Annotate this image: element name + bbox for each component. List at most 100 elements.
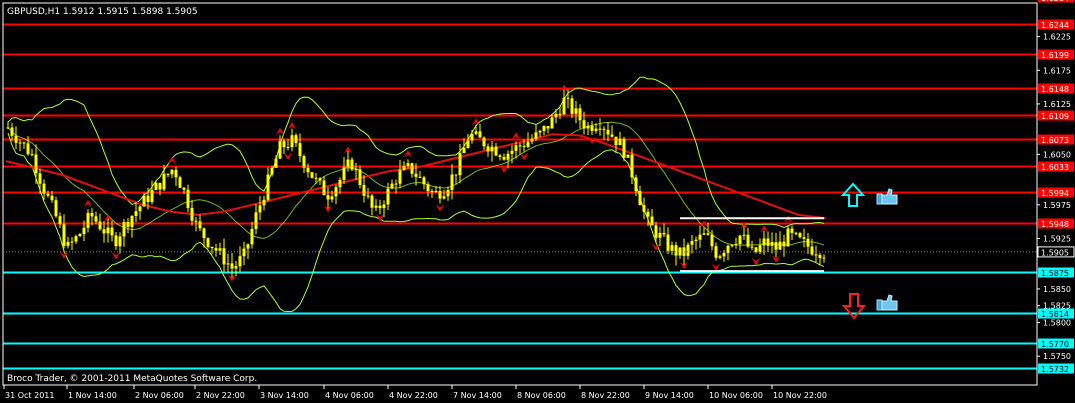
candle-body [498, 155, 502, 157]
candle-body [466, 140, 470, 148]
candle-body [38, 173, 42, 184]
candle-body [298, 143, 302, 157]
candle-body [190, 207, 194, 221]
candle-body [626, 154, 630, 158]
candle-body [590, 125, 594, 131]
candle-body [62, 224, 66, 246]
resistance-price-label: 1.6148 [1041, 85, 1069, 94]
candle-body [74, 236, 78, 242]
candle-body [462, 147, 466, 154]
candle-body [54, 200, 58, 217]
candle-body [286, 147, 290, 149]
candle-body [658, 233, 662, 238]
candle-body [102, 229, 106, 234]
candle-body [510, 150, 514, 154]
candle-body [746, 234, 750, 247]
candle-body [210, 246, 214, 249]
resistance-price-label: 1.5994 [1041, 189, 1069, 198]
candle-body [178, 177, 182, 188]
candle-body [414, 173, 418, 177]
candle-body [46, 193, 50, 196]
candle-body [278, 140, 282, 159]
candle-body [790, 228, 794, 233]
candle-body [666, 234, 670, 251]
candle-body [246, 244, 250, 249]
support-price-label: 1.5875 [1041, 269, 1069, 278]
candle-body [622, 138, 626, 158]
candle-body [546, 126, 550, 129]
candle-body [802, 237, 806, 239]
price-chart[interactable]: 1.6284 1.6244 1.6199 1.6148 1.6109 1.6073 1.60… [0, 0, 1075, 403]
candle-body [514, 145, 518, 151]
time-tick-label: 2 Nov 06:00 [135, 391, 184, 400]
candle-body [318, 178, 322, 181]
candle-body [358, 169, 362, 185]
candle-body [350, 159, 354, 170]
candle-body [822, 257, 826, 259]
price-tick-label: 1.6125 [1043, 100, 1071, 109]
candle-body [6, 127, 10, 129]
candle-body [574, 108, 578, 114]
candle-body [258, 205, 262, 213]
candle-body [794, 232, 798, 234]
candle-body [182, 187, 186, 190]
candle-body [486, 146, 490, 152]
candle-body [30, 154, 34, 156]
price-tick-label: 1.5750 [1043, 352, 1071, 361]
candle-body [426, 184, 430, 192]
support-price-label: 1.5732 [1041, 365, 1069, 374]
candle-body [810, 246, 814, 255]
candle-body [478, 131, 482, 138]
candle-body [342, 167, 346, 180]
candle-body [254, 212, 258, 229]
candle-body [494, 146, 498, 156]
candle-body [310, 172, 314, 178]
time-tick-label: 10 Nov 06:00 [709, 391, 763, 400]
candle-body [78, 234, 82, 237]
candle-body [94, 216, 98, 222]
support-price-label: 1.5770 [1041, 340, 1069, 349]
candle-body [222, 248, 226, 265]
time-tick-label: 3 Nov 14:00 [260, 391, 309, 400]
candle-body [674, 245, 678, 256]
time-tick-label: 31 Oct 2011 [5, 391, 54, 400]
candle-body [554, 113, 558, 118]
candle-body [70, 241, 74, 243]
candle-body [766, 238, 770, 246]
candle-body [482, 137, 486, 147]
candle-body [306, 167, 310, 173]
price-tick-label: 1.5850 [1043, 285, 1071, 294]
candle-body [734, 244, 738, 246]
price-tick-label: 1.5800 [1043, 319, 1071, 328]
candle-body [434, 191, 438, 193]
current-price-label: 1.5905 [1041, 248, 1069, 257]
candle-body [562, 97, 566, 115]
candle-body [538, 130, 542, 133]
candle-body [518, 145, 522, 147]
candle-body [146, 195, 150, 203]
candle-body [730, 245, 734, 247]
candle-body [818, 255, 822, 259]
candle-body [606, 129, 610, 135]
candle-body [22, 142, 26, 144]
candle-body [90, 212, 94, 217]
candle-body [66, 241, 70, 246]
candle-body [786, 228, 790, 247]
price-tick-label: 1.6175 [1043, 66, 1071, 75]
candle-body [354, 169, 358, 171]
resistance-price-label: 1.6109 [1041, 112, 1069, 121]
candle-body [386, 188, 390, 205]
candle-body [470, 133, 474, 141]
time-tick-label: 10 Nov 22:00 [773, 391, 827, 400]
candle-body [86, 212, 90, 228]
candle-body [274, 158, 278, 168]
candle-body [718, 256, 722, 258]
candle-body [106, 227, 110, 234]
candle-body [314, 177, 318, 179]
candle-body [110, 227, 114, 236]
candle-body [774, 242, 778, 250]
candle-body [270, 167, 274, 175]
candle-body [542, 126, 546, 131]
candle-body [698, 234, 702, 240]
candle-body [18, 142, 22, 144]
